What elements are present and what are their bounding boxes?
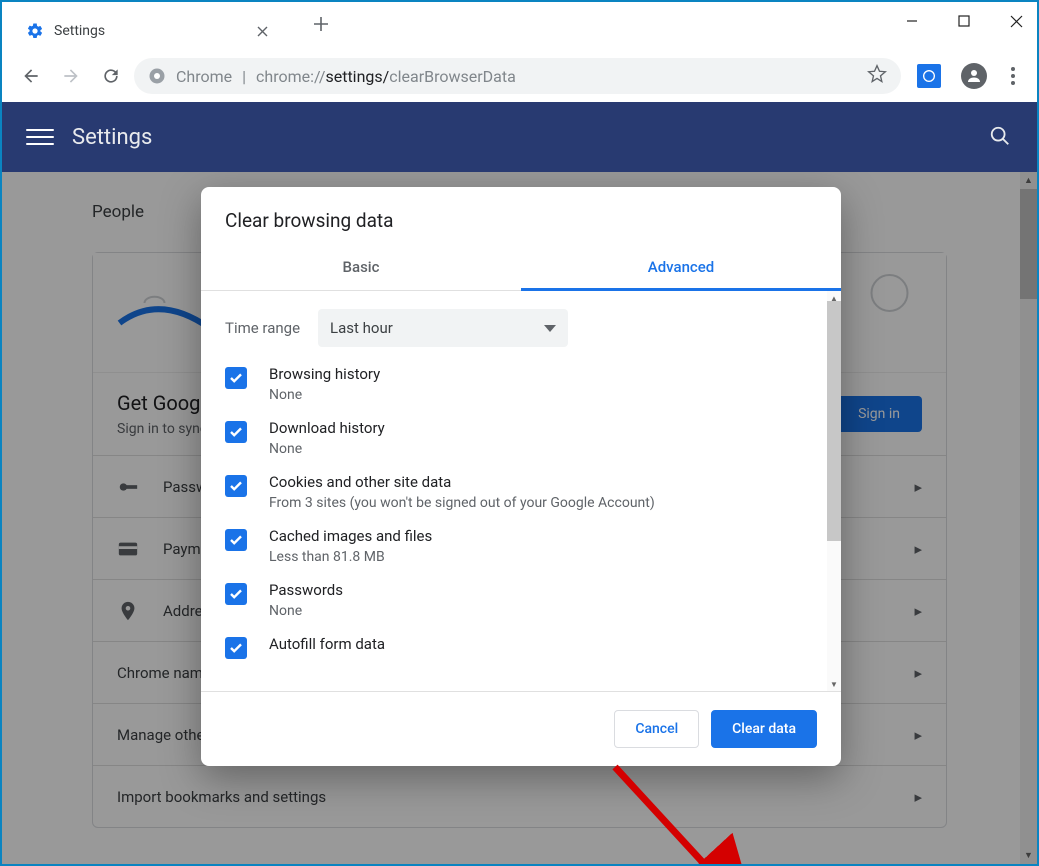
address-bar[interactable]: Chrome | chrome://settings/clearBrowserD…: [134, 58, 901, 94]
kebab-menu-icon[interactable]: [1001, 64, 1025, 88]
check-subtitle: None: [269, 441, 385, 457]
dialog-body: Time range Last hour Browsing history Non…: [201, 291, 841, 691]
window-titlebar: Settings: [2, 2, 1037, 50]
page-content: People Get Google smarts in Chrome Sign …: [2, 172, 1037, 864]
check-row-0[interactable]: Browsing history None: [201, 357, 841, 411]
chevron-down-icon: [544, 325, 556, 332]
check-subtitle: Less than 81.8 MB: [269, 549, 432, 565]
time-range-row: Time range Last hour: [201, 291, 841, 357]
settings-title: Settings: [72, 125, 152, 150]
gear-icon: [26, 22, 44, 40]
check-title: Cookies and other site data: [269, 473, 655, 491]
dialog-title: Clear browsing data: [201, 187, 841, 246]
forward-button[interactable]: [54, 59, 88, 93]
check-subtitle: From 3 sites (you won't be signed out of…: [269, 495, 655, 511]
check-row-1[interactable]: Download history None: [201, 411, 841, 465]
check-title: Download history: [269, 419, 385, 437]
checkbox[interactable]: [225, 475, 247, 497]
url-divider: |: [242, 67, 246, 86]
checkbox[interactable]: [225, 529, 247, 551]
dialog-tabs: Basic Advanced: [201, 246, 841, 291]
minimize-button[interactable]: [901, 10, 923, 32]
window-controls: [901, 10, 1027, 32]
check-title: Autofill form data: [269, 635, 385, 653]
checkbox[interactable]: [225, 583, 247, 605]
close-tab-icon[interactable]: [255, 24, 269, 38]
check-subtitle: None: [269, 387, 380, 403]
extension-icon[interactable]: [917, 64, 941, 88]
tab-basic[interactable]: Basic: [201, 246, 521, 290]
checkbox[interactable]: [225, 367, 247, 389]
checkbox[interactable]: [225, 637, 247, 659]
browser-toolbar: Chrome | chrome://settings/clearBrowserD…: [2, 50, 1037, 102]
bookmark-star-icon[interactable]: [867, 64, 887, 88]
check-title: Browsing history: [269, 365, 380, 383]
scroll-down-icon[interactable]: ▼: [827, 677, 841, 691]
time-range-label: Time range: [225, 319, 300, 337]
clear-data-button[interactable]: Clear data: [711, 710, 817, 748]
back-button[interactable]: [14, 59, 48, 93]
maximize-button[interactable]: [953, 10, 975, 32]
scrollbar-thumb[interactable]: [827, 301, 841, 541]
url-text: chrome://settings/clearBrowserData: [256, 67, 516, 86]
check-subtitle: None: [269, 603, 343, 619]
close-window-button[interactable]: [1005, 10, 1027, 32]
check-row-5[interactable]: Autofill form data: [201, 627, 841, 667]
clear-browsing-data-dialog: Clear browsing data Basic Advanced Time …: [201, 187, 841, 766]
tab-advanced[interactable]: Advanced: [521, 246, 841, 290]
new-tab-button[interactable]: [311, 14, 331, 34]
time-range-dropdown[interactable]: Last hour: [318, 309, 568, 347]
time-range-value: Last hour: [330, 319, 393, 337]
checkbox[interactable]: [225, 421, 247, 443]
reload-button[interactable]: [94, 59, 128, 93]
dialog-footer: Cancel Clear data: [201, 691, 841, 766]
settings-header: Settings: [2, 102, 1037, 172]
hamburger-menu-icon[interactable]: [26, 123, 54, 151]
profile-button[interactable]: [961, 63, 987, 89]
browser-tab[interactable]: Settings: [2, 2, 283, 50]
check-title: Cached images and files: [269, 527, 432, 545]
check-row-2[interactable]: Cookies and other site data From 3 sites …: [201, 465, 841, 519]
check-row-4[interactable]: Passwords None: [201, 573, 841, 627]
cancel-button[interactable]: Cancel: [614, 710, 699, 748]
search-settings-icon[interactable]: [989, 125, 1013, 149]
dialog-scrollbar[interactable]: ▲ ▼: [827, 291, 841, 691]
check-title: Passwords: [269, 581, 343, 599]
check-row-3[interactable]: Cached images and files Less than 81.8 MB: [201, 519, 841, 573]
url-scheme: Chrome: [176, 67, 232, 86]
site-info-icon: [148, 67, 166, 85]
tab-title: Settings: [54, 23, 105, 39]
